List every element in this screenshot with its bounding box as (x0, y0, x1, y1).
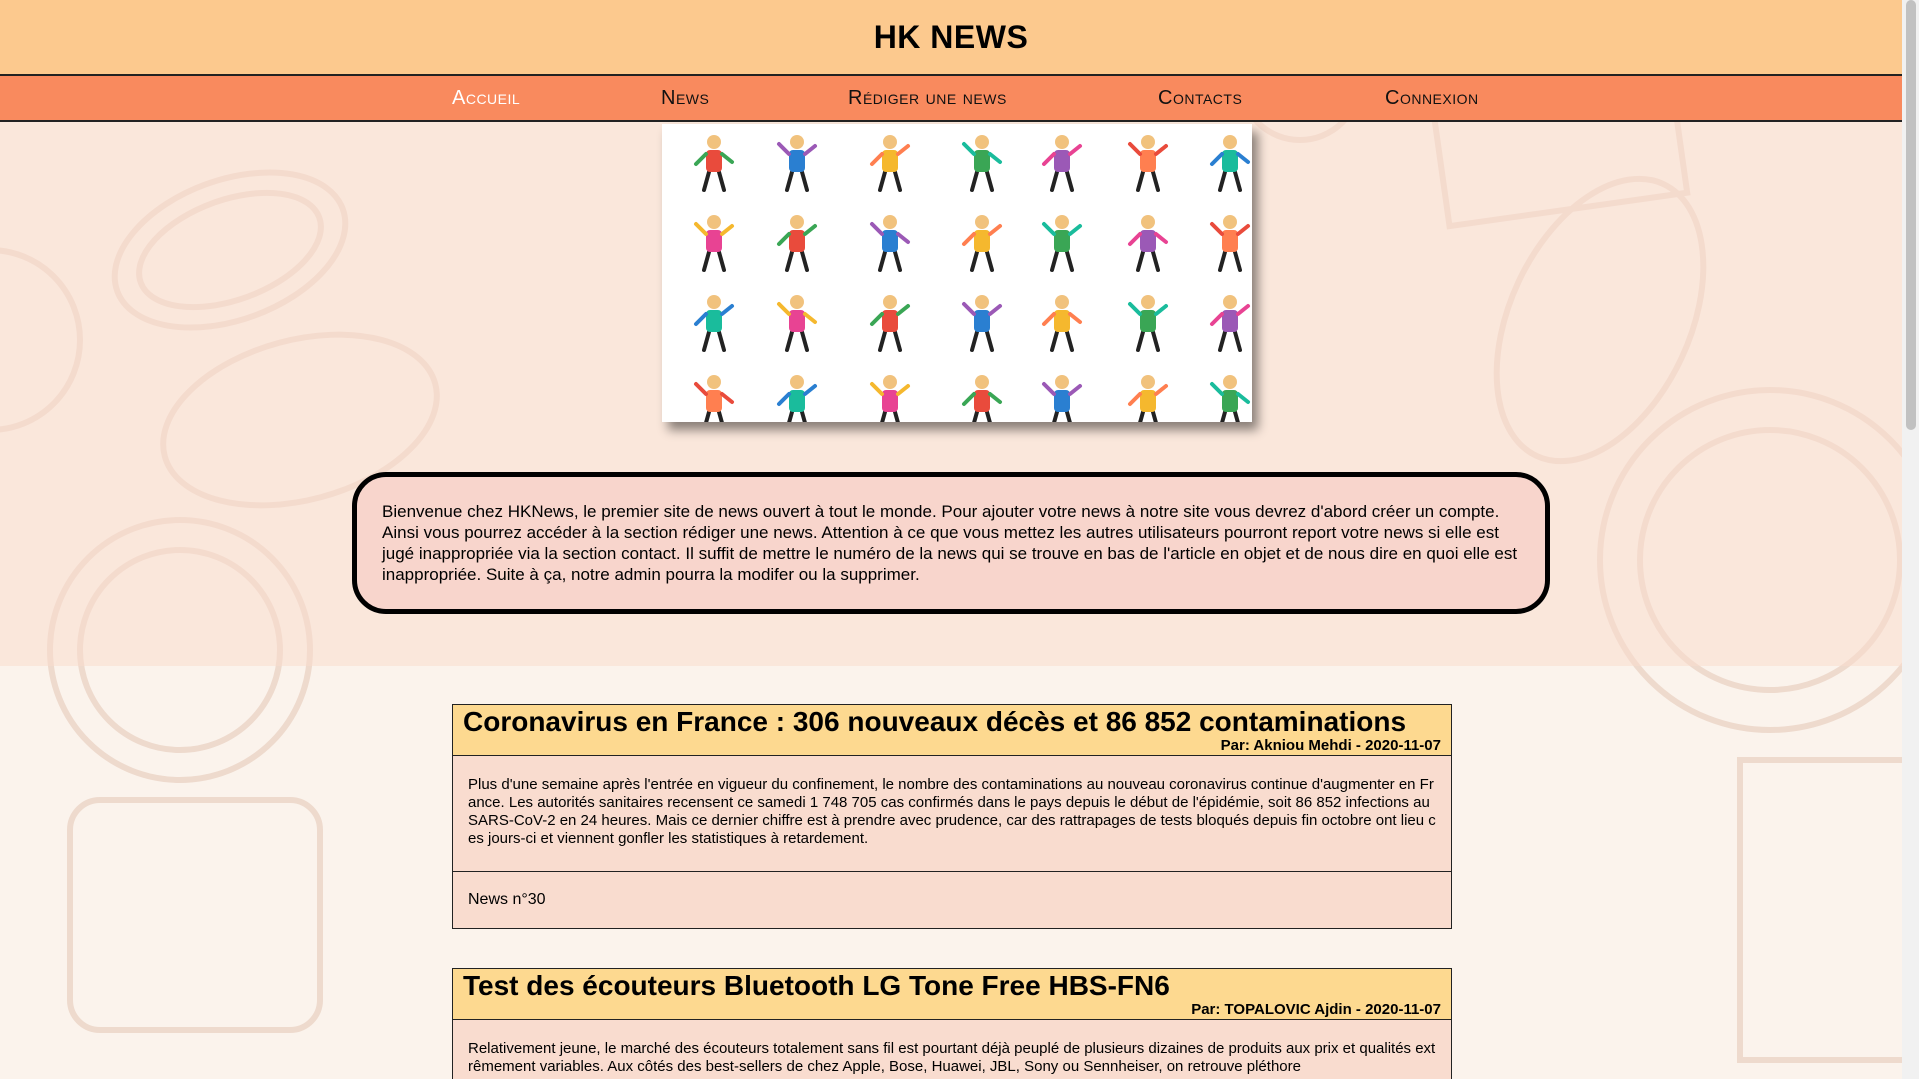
sport-figure (694, 215, 734, 272)
sport-figure (1128, 375, 1168, 422)
sports-people-illustration (694, 135, 1250, 422)
sport-figure (962, 215, 1002, 272)
article-byline: Par: TOPALOVIC Ajdin - 2020-11-07 (1191, 1001, 1441, 1018)
sport-figure (1042, 215, 1082, 272)
sport-figure (777, 215, 817, 272)
article-header: Test des écouteurs Bluetooth LG Tone Fre… (453, 969, 1451, 1020)
nav-contacts[interactable]: Contacts (1158, 87, 1242, 110)
nav-rediger-news[interactable]: Rédiger une news (848, 87, 1007, 110)
site-header: HK NEWS (0, 0, 1902, 74)
sport-figure (870, 215, 910, 272)
sport-figure (694, 375, 734, 422)
site-title: HK NEWS (873, 18, 1029, 55)
vertical-scrollbar[interactable] (1902, 0, 1919, 1079)
sport-figure (962, 295, 1002, 352)
sport-figure (1128, 295, 1168, 352)
sport-figure (870, 135, 910, 192)
article-header: Coronavirus en France : 306 nouveaux déc… (453, 705, 1451, 756)
sport-figure (870, 295, 910, 352)
sport-figure (777, 375, 817, 422)
article-title[interactable]: Coronavirus en France : 306 nouveaux déc… (463, 707, 1441, 737)
sport-figure (1210, 135, 1250, 192)
welcome-box: Bienvenue chez HKNews, le premier site d… (352, 472, 1550, 614)
nav-accueil[interactable]: Accueil (452, 87, 520, 110)
sport-figure (962, 135, 1002, 192)
sport-figure (870, 375, 910, 422)
sport-figure (1128, 135, 1168, 192)
sport-figure (1042, 295, 1082, 352)
sport-figure (1128, 215, 1168, 272)
scrollbar-thumb[interactable] (1906, 0, 1916, 430)
welcome-text: Bienvenue chez HKNews, le premier site d… (382, 502, 1518, 584)
sport-figure (1042, 135, 1082, 192)
hero-sports-illustration (662, 124, 1252, 422)
article-card: Test des écouteurs Bluetooth LG Tone Fre… (452, 968, 1452, 1079)
main-nav: Accueil News Rédiger une news Contacts C… (0, 74, 1902, 122)
article-footer: News n°30 (468, 891, 546, 908)
sport-figure (962, 375, 1002, 422)
article-body: Plus d'une semaine après l'entrée en vig… (453, 756, 1451, 872)
sport-figure (1210, 295, 1250, 352)
sport-figure (1210, 375, 1250, 422)
sport-figure (694, 135, 734, 192)
sport-figure (777, 295, 817, 352)
article-title[interactable]: Test des écouteurs Bluetooth LG Tone Fre… (463, 971, 1441, 1001)
article-card: Coronavirus en France : 306 nouveaux déc… (452, 704, 1452, 929)
sport-figure (1210, 215, 1250, 272)
sport-figure (777, 135, 817, 192)
article-body: Relativement jeune, le marché des écoute… (468, 1040, 1436, 1075)
article-byline: Par: Akniou Mehdi - 2020-11-07 (1220, 737, 1441, 754)
nav-news[interactable]: News (661, 87, 709, 110)
page: HK NEWS Accueil News Rédiger une news Co… (0, 0, 1902, 1079)
sport-figure (694, 295, 734, 352)
nav-connexion[interactable]: Connexion (1385, 87, 1479, 110)
sport-figure (1042, 375, 1082, 422)
